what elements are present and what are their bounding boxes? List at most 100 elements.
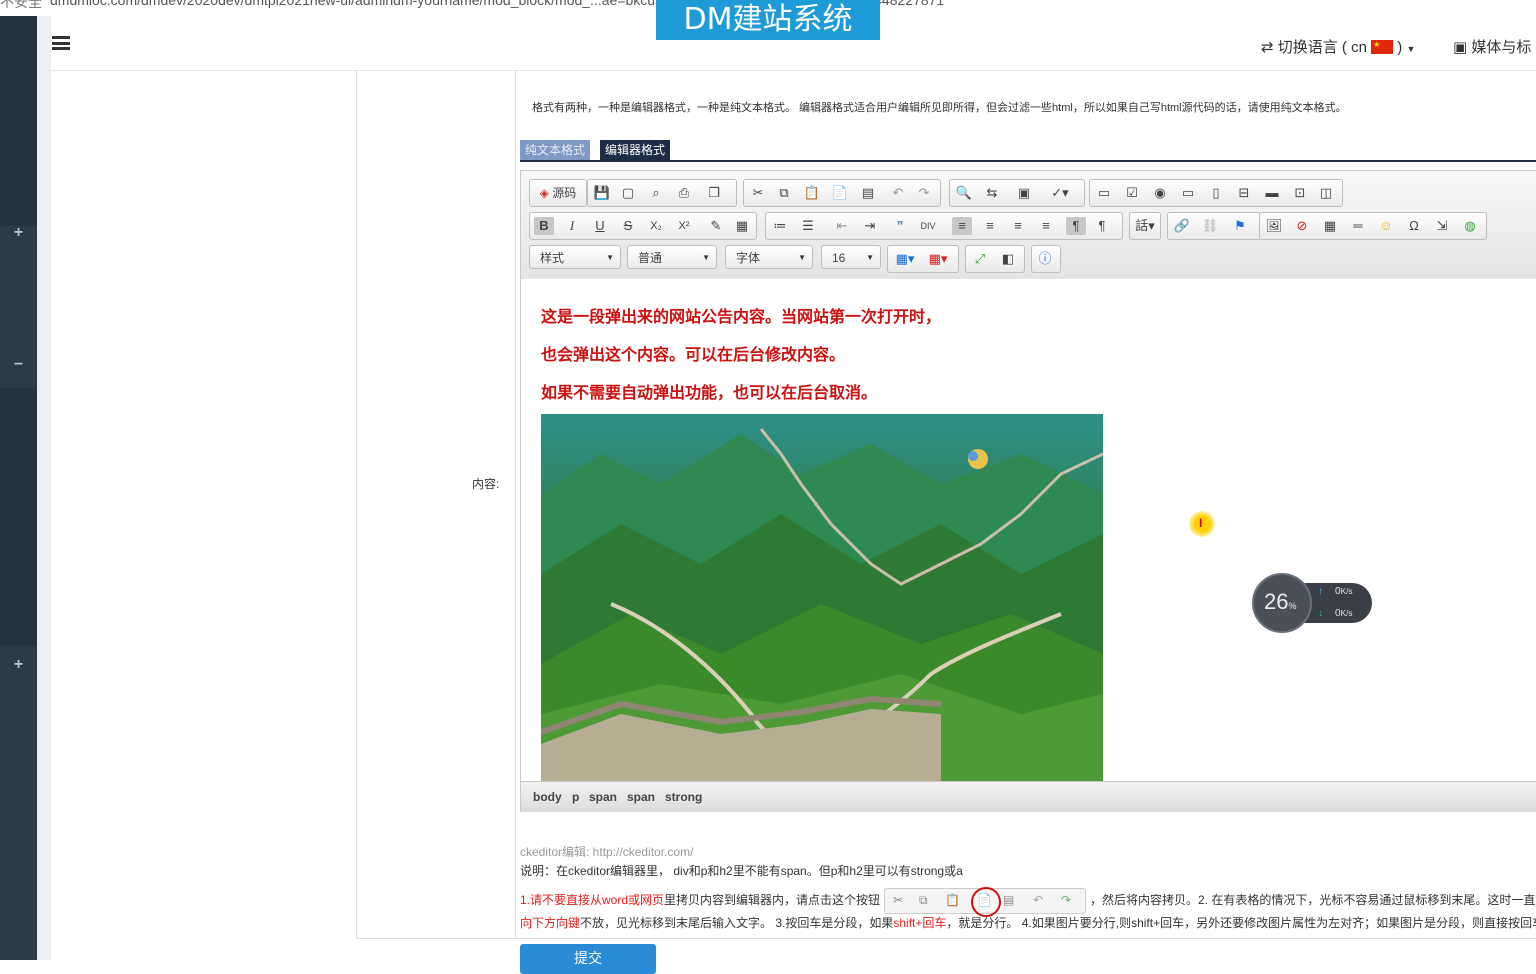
table-icon[interactable]: ▦: [1320, 217, 1340, 235]
rtl-icon[interactable]: ¶: [1092, 217, 1112, 235]
media-menu[interactable]: ▣ 媒体与标: [1453, 36, 1531, 57]
editor-content-area[interactable]: 这是一段弹出来的网站公告内容。当网站第一次打开时， 也会弹出这个内容。可以在后台…: [521, 279, 1536, 781]
toolbar-group-colors: ▦▾ ▦▾: [887, 245, 959, 273]
maximize-icon[interactable]: ⤢: [970, 250, 990, 268]
sidebar-expand-button[interactable]: +: [0, 656, 37, 674]
bg-color-icon[interactable]: ▦▾: [924, 250, 952, 268]
help-warning: 请不要直接从word或网页: [530, 893, 665, 908]
save-icon[interactable]: 💾: [592, 184, 612, 202]
print-icon[interactable]: ⎙: [674, 184, 694, 202]
about-icon[interactable]: ⓘ: [1035, 250, 1055, 268]
hamburger-icon[interactable]: [52, 36, 70, 50]
content-field-label: 内容:: [472, 477, 500, 491]
format-combo-label: 普通: [638, 251, 663, 265]
great-wall-photo[interactable]: [541, 414, 1103, 781]
toolbar-group-tools: ⤢ ◧: [965, 245, 1025, 273]
element-path-bar: body p span span strong: [521, 781, 1536, 812]
form-icon[interactable]: ▭: [1094, 184, 1114, 202]
source-button[interactable]: ◈ 源码: [533, 184, 583, 202]
align-right-icon[interactable]: ≡: [1008, 217, 1028, 235]
superscript-icon[interactable]: X²: [674, 217, 694, 235]
link-icon[interactable]: 🔗: [1172, 217, 1192, 235]
font-size-combo[interactable]: 16 ▼: [821, 245, 881, 269]
checkbox-icon[interactable]: ☑: [1122, 184, 1142, 202]
format-painter-icon[interactable]: ▦: [732, 217, 752, 235]
network-speed-widget[interactable]: 26% ↑ 0K/s ↓ 0K/s: [1252, 573, 1372, 633]
help-text: ，然后将内容拷贝。2. 在有表格的情况下，光标不容易通过鼠标移到末尾。这时一直: [1090, 893, 1536, 908]
copy-icon[interactable]: ⧉: [774, 184, 794, 202]
select-all-icon[interactable]: ▣: [1014, 184, 1034, 202]
italic-icon[interactable]: I: [562, 217, 582, 235]
tab-plain-text[interactable]: 纯文本格式: [520, 140, 591, 160]
path-crumb[interactable]: p: [572, 790, 579, 804]
new-page-icon[interactable]: ▢: [618, 184, 638, 202]
path-crumb[interactable]: span: [627, 790, 655, 804]
templates-icon[interactable]: ❐: [704, 184, 724, 202]
help-text: 不放，见光标移到末尾后输入文字。 3.按回车是分段，如果: [580, 916, 894, 930]
cut-icon[interactable]: ✂: [748, 184, 768, 202]
bulleted-list-icon[interactable]: ☰: [798, 217, 818, 235]
redo-icon[interactable]: ↷: [914, 184, 934, 202]
iframe-icon[interactable]: ◍: [1460, 217, 1480, 235]
find-icon[interactable]: 🔍: [954, 184, 974, 202]
page-break-icon[interactable]: ⇲: [1432, 217, 1452, 235]
strike-icon[interactable]: S: [618, 217, 638, 235]
ltr-icon[interactable]: ¶: [1066, 217, 1086, 235]
preview-icon[interactable]: ⌕: [646, 184, 666, 202]
replace-icon[interactable]: ⇆: [982, 184, 1002, 202]
indent-icon[interactable]: ⇥: [860, 217, 880, 235]
media-label: 媒体与标: [1471, 39, 1532, 56]
paste-text-icon[interactable]: 📄: [830, 184, 850, 202]
spellcheck-icon[interactable]: ✓▾: [1042, 184, 1078, 202]
site-title-badge: DM建站系统: [656, 0, 880, 40]
show-blocks-icon[interactable]: ◧: [998, 250, 1018, 268]
align-center-icon[interactable]: ≡: [980, 217, 1000, 235]
text-color-icon[interactable]: ▦▾: [892, 250, 918, 268]
sidebar-collapse-button[interactable]: −: [0, 356, 37, 374]
remove-format-icon[interactable]: ✎: [706, 217, 726, 235]
outdent-icon[interactable]: ⇤: [832, 217, 852, 235]
undo-icon[interactable]: ↶: [888, 184, 908, 202]
anchor-icon[interactable]: ⚑: [1230, 217, 1250, 235]
horizontal-rule-icon[interactable]: ═: [1348, 217, 1368, 235]
left-sidebar: + − +: [0, 16, 37, 960]
textarea-icon[interactable]: ▯: [1206, 184, 1226, 202]
style-combo[interactable]: 样式 ▼: [529, 245, 621, 269]
chevron-down-icon: ▼: [1406, 44, 1416, 54]
paste-icon[interactable]: 📋: [802, 184, 822, 202]
undo-icon: ↶: [1033, 893, 1044, 907]
special-char-icon[interactable]: Ω: [1404, 217, 1424, 235]
tab-editor[interactable]: 编辑器格式: [600, 140, 671, 160]
align-left-icon[interactable]: ≡: [952, 217, 972, 235]
cursor-highlight-icon: I: [1189, 511, 1215, 537]
bold-icon[interactable]: B: [534, 217, 554, 235]
unlink-icon[interactable]: ⛓: [1200, 217, 1220, 235]
format-combo[interactable]: 普通 ▼: [627, 245, 717, 269]
paste-word-icon[interactable]: ▤: [858, 184, 878, 202]
submit-button[interactable]: 提交: [520, 944, 656, 974]
path-crumb[interactable]: span: [589, 790, 617, 804]
button-icon[interactable]: ▬: [1262, 184, 1282, 202]
smiley-icon[interactable]: ☺: [1376, 217, 1396, 235]
underline-icon[interactable]: U: [590, 217, 610, 235]
sidebar-expand-button[interactable]: +: [0, 224, 37, 242]
language-dropdown-icon[interactable]: 話▾: [1132, 217, 1158, 235]
language-switcher[interactable]: ⇄ 切换语言 ( cn ) ▼: [1261, 36, 1415, 57]
select-icon[interactable]: ⊟: [1234, 184, 1254, 202]
image-button-icon[interactable]: ⊡: [1290, 184, 1310, 202]
path-crumb[interactable]: body: [533, 790, 562, 804]
subscript-icon[interactable]: X₂: [646, 217, 666, 235]
flash-icon[interactable]: ⊘: [1292, 217, 1312, 235]
numbered-list-icon[interactable]: ≔: [770, 217, 790, 235]
div-icon[interactable]: DIV: [918, 217, 938, 235]
hidden-field-icon[interactable]: ◫: [1316, 184, 1336, 202]
path-crumb[interactable]: strong: [665, 790, 702, 804]
image-icon[interactable]: 🖼: [1264, 217, 1284, 235]
align-justify-icon[interactable]: ≡: [1036, 217, 1056, 235]
font-combo[interactable]: 字体 ▼: [725, 245, 813, 269]
radio-icon[interactable]: ◉: [1150, 184, 1170, 202]
ckeditor-link[interactable]: ckeditor编辑: http://ckeditor.com/: [520, 843, 693, 860]
textfield-icon[interactable]: ▭: [1178, 184, 1198, 202]
mini-paste-toolbar: ✂ ⧉ 📋 📄 ▤ ↶ ↷: [884, 887, 1087, 917]
blockquote-icon[interactable]: ”: [890, 217, 910, 235]
